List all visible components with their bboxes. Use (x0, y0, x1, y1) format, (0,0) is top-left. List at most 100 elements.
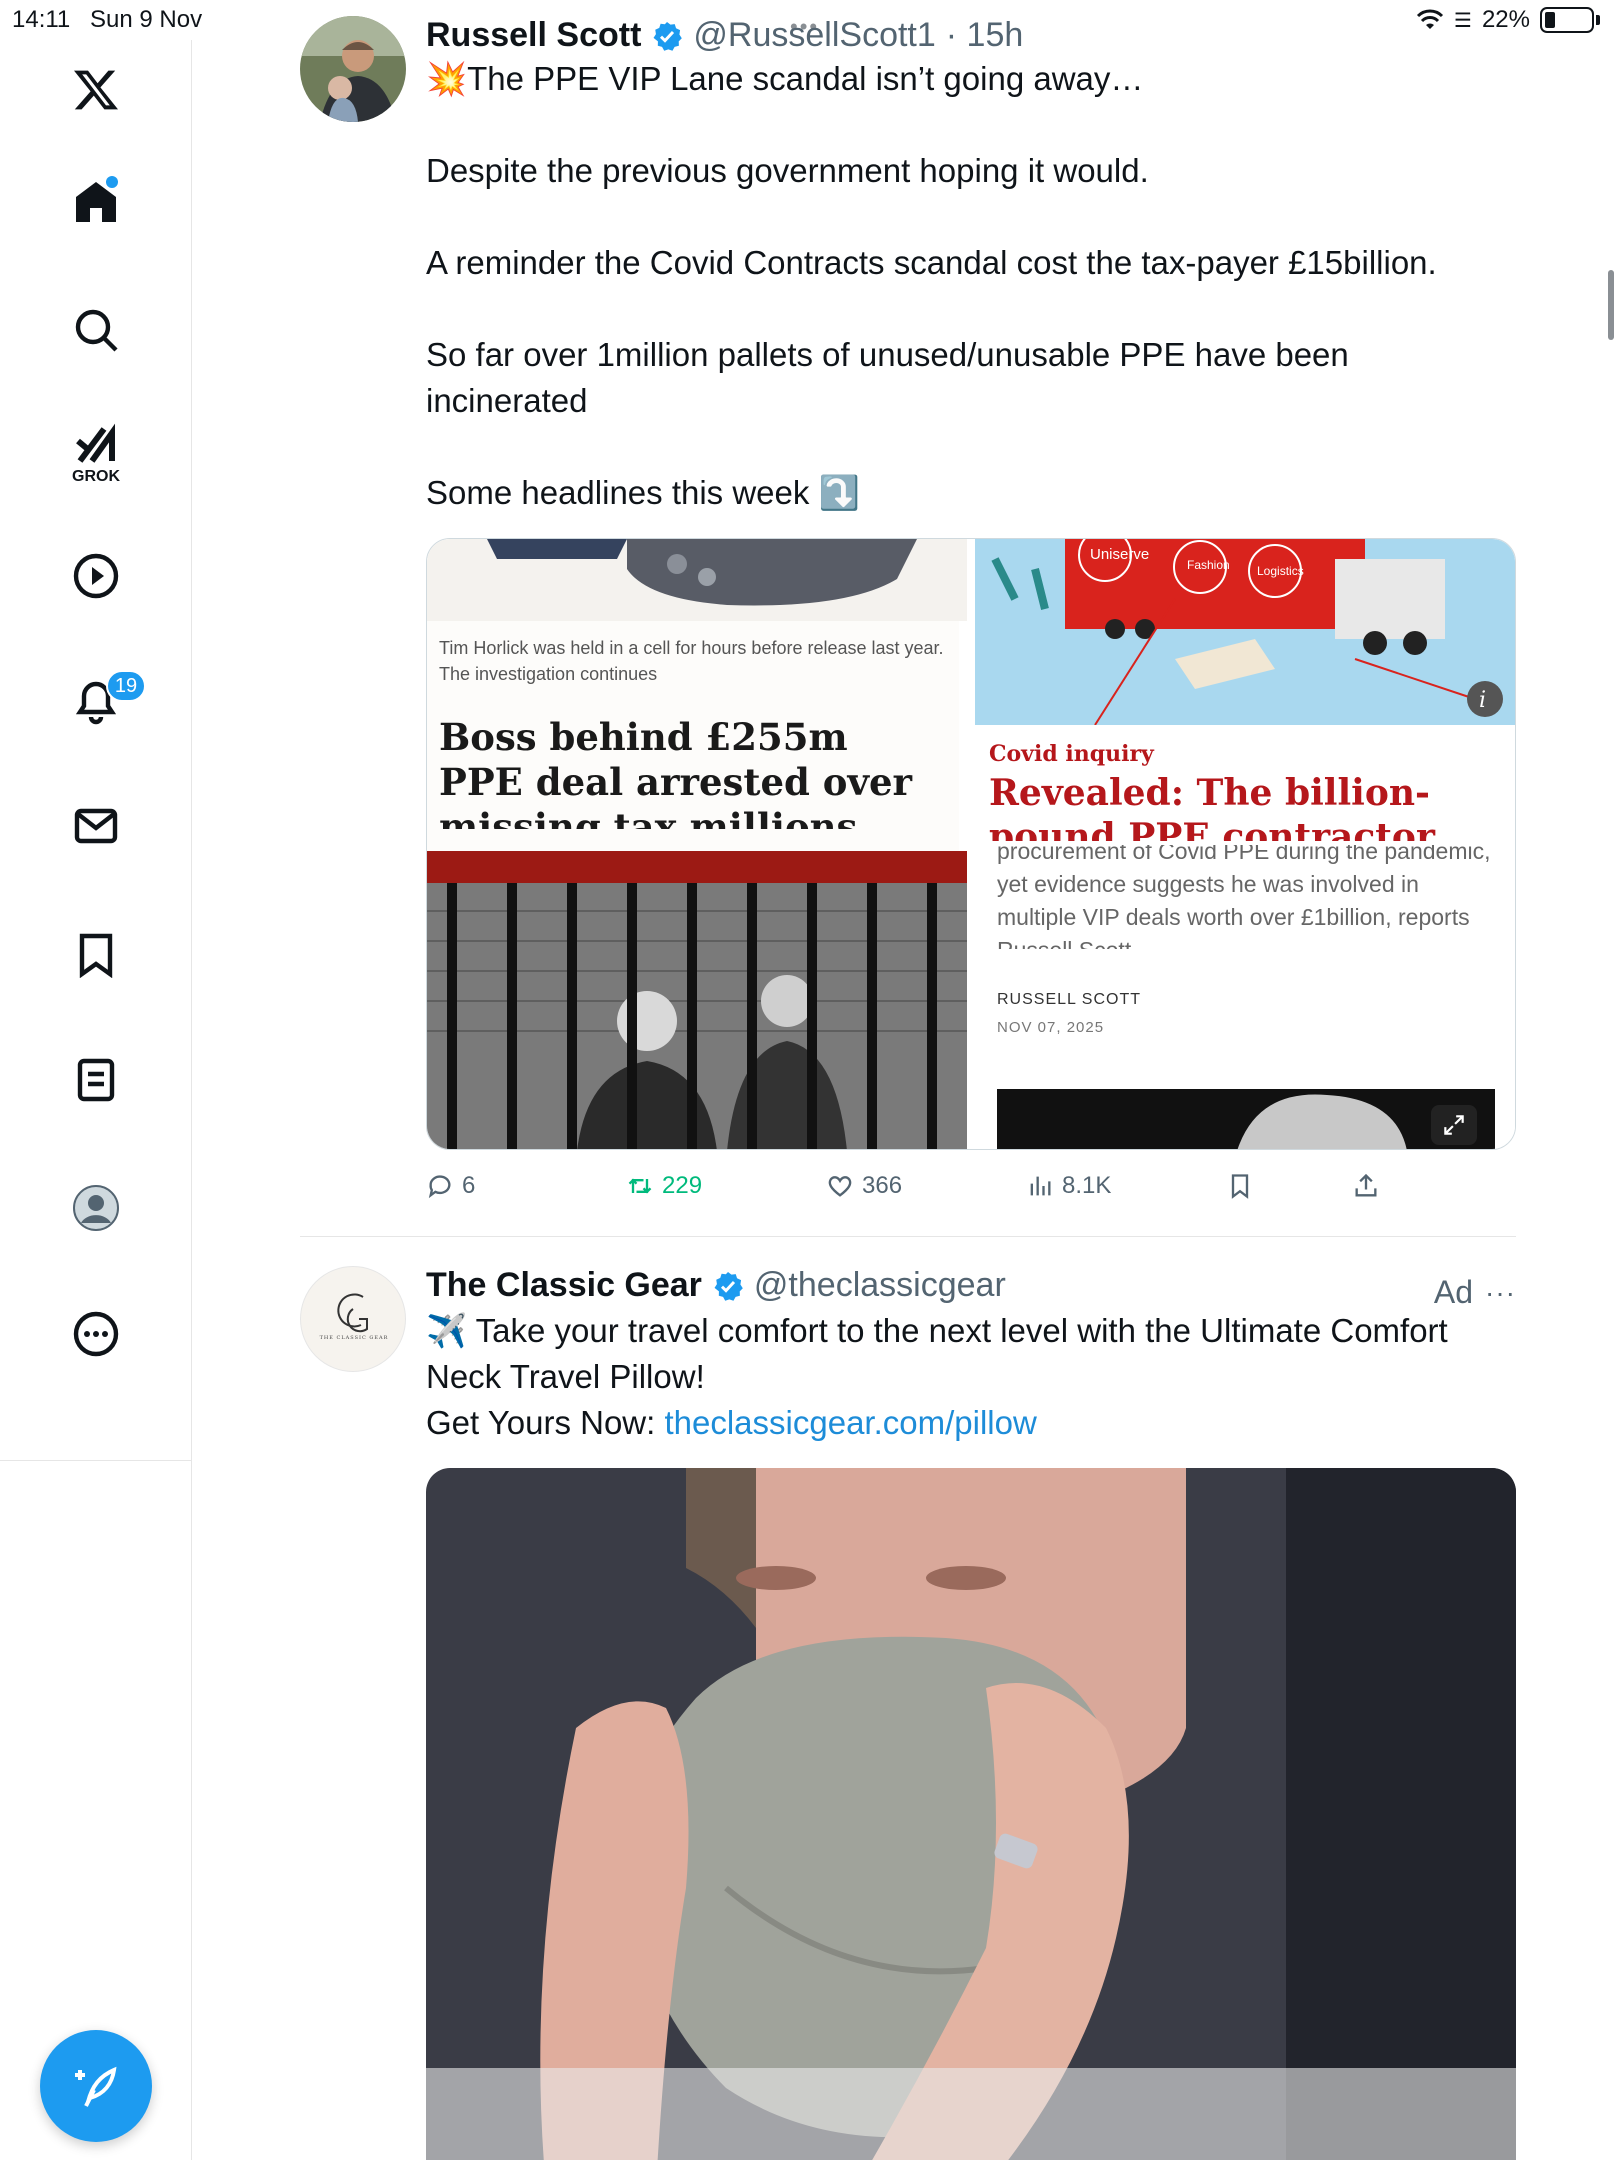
sidebar-item-bookmarks[interactable] (56, 914, 136, 994)
share-button[interactable] (1352, 1172, 1380, 1200)
tweet-line: Some headlines this week ⤵️ (426, 474, 860, 511)
sidebar-item-notifications[interactable]: 19 (56, 662, 146, 742)
views-count: 8.1K (1062, 1172, 1112, 1199)
article-caption: Tim Horlick was held in a cell for hours… (439, 638, 944, 684)
status-time: 14:11 (12, 6, 71, 33)
compose-feather-icon (75, 2066, 117, 2107)
sidebar-divider (0, 1460, 192, 1461)
video-frame (426, 1468, 1516, 2160)
like-count: 366 (862, 1172, 903, 1199)
tweet-cta-line: Get Yours Now: theclassicgear.com/pillow (426, 1400, 1516, 1446)
tweet-line: 💥The PPE VIP Lane scandal isn’t going aw… (426, 60, 1144, 97)
share-icon (1355, 1173, 1377, 1197)
avatar[interactable]: THE CLASSIC GEAR (300, 1266, 406, 1372)
sidebar-item-messages[interactable] (56, 786, 136, 866)
x-logo-svg (74, 70, 118, 110)
list-icon (77, 1058, 115, 1102)
sidebar-item-home[interactable] (56, 162, 136, 242)
sidebar-item-profile[interactable] (56, 1168, 136, 1248)
more-options-icon[interactable]: ··· (1485, 1277, 1516, 1309)
sidebar-item-more[interactable] (56, 1294, 136, 1374)
article-kicker: Covid inquiry (989, 741, 1154, 767)
battery-icon (1540, 7, 1594, 33)
cta-link[interactable]: theclassicgear.com/pillow (664, 1404, 1036, 1441)
x-logo-icon[interactable] (56, 50, 136, 130)
sidebar: GROK 19 (0, 40, 192, 2160)
tweet-divider (300, 1236, 1516, 1237)
tweet[interactable]: Russell Scott @RussellScott1 · 15h 💥The … (300, 16, 1516, 1216)
media-image-right[interactable]: Uniserve Fashion Logistics i Covid inqui… (975, 539, 1515, 1149)
truck-label: Fashion (1187, 558, 1230, 572)
views-chart-icon (1030, 1176, 1051, 1196)
media-grid[interactable]: Tim Horlick was held in a cell for hours… (426, 538, 1516, 1150)
author-handle[interactable]: @RussellScott1 (693, 16, 935, 55)
retweet-button[interactable]: 229 (626, 1172, 702, 1200)
article-author: RUSSELL SCOTT (997, 991, 1141, 1008)
article-top-image (427, 539, 967, 621)
tweet-line: ✈️ Take your travel comfort to the next … (426, 1312, 1448, 1395)
profile-avatar-icon (73, 1185, 119, 1231)
tweet-actions: 6 229 366 8.1K (426, 1172, 1406, 1212)
bookmark-button[interactable] (1226, 1172, 1254, 1200)
grok-icon (76, 423, 115, 463)
home-new-dot (106, 176, 118, 188)
cta-prefix: Get Yours Now: (426, 1404, 665, 1441)
article-summary: procurement of Covid PPE during the pand… (997, 845, 1497, 949)
verified-badge-icon (714, 1271, 743, 1301)
mail-icon (74, 808, 118, 844)
sidebar-item-explore[interactable] (56, 290, 136, 370)
article-summary-text: procurement of Covid PPE during the pand… (997, 845, 1491, 949)
classic-gear-logo: THE CLASSIC GEAR (320, 1293, 389, 1341)
sidebar-item-grok[interactable]: GROK (56, 412, 136, 492)
retweet-count: 229 (662, 1172, 703, 1199)
compose-button[interactable] (40, 2030, 152, 2142)
heart-icon (828, 1176, 852, 1197)
status-date: Sun 9 Nov (90, 6, 203, 33)
ad-label: Ad (1433, 1274, 1474, 1310)
truck-illustration: Uniserve Fashion Logistics i (975, 539, 1515, 725)
tweet-line: A reminder the Covid Contracts scandal c… (426, 244, 1437, 281)
logo-wordmark: THE CLASSIC GEAR (320, 1335, 389, 1341)
tweet-header: Russell Scott @RussellScott1 · 15h (426, 16, 1023, 55)
expand-button[interactable] (1431, 1105, 1477, 1145)
tweet-line: So far over 1million pallets of unused/u… (426, 336, 1349, 419)
article-headline: Revealed: The billion-pound PPE contract… (989, 772, 1435, 841)
bookmark-icon (1231, 1174, 1249, 1199)
reply-count: 6 (462, 1172, 476, 1199)
search-icon (75, 309, 118, 352)
truck-label: Uniserve (1090, 546, 1149, 563)
avatar[interactable] (300, 16, 406, 122)
media-image-left[interactable]: Tim Horlick was held in a cell for hours… (427, 539, 967, 1149)
truck-label: Logistics (1257, 564, 1304, 578)
ad-video[interactable] (426, 1468, 1516, 2160)
article-photo-thumb (997, 1089, 1495, 1149)
verified-badge-icon (653, 21, 683, 51)
bars-photo (427, 851, 967, 1149)
grok-label: GROK (72, 468, 120, 485)
like-button[interactable]: 366 (826, 1172, 902, 1200)
author-handle[interactable]: @theclassicgear (754, 1266, 1006, 1305)
author-name[interactable]: Russell Scott (426, 16, 641, 55)
expand-icon (1444, 1115, 1464, 1135)
play-circle-icon (73, 553, 119, 599)
sidebar-item-lists[interactable] (56, 1040, 136, 1120)
retweet-icon (628, 1178, 652, 1194)
tweet-text: ✈️ Take your travel comfort to the next … (426, 1308, 1516, 1446)
author-name[interactable]: The Classic Gear (426, 1266, 702, 1305)
promoted-tweet[interactable]: THE CLASSIC GEAR The Classic Gear @thecl… (300, 1266, 1516, 2160)
article-headline: Boss behind £255m PPE deal arrested over… (439, 715, 912, 829)
views-button[interactable]: 8.1K (1026, 1172, 1111, 1200)
reply-button[interactable]: 6 (426, 1172, 475, 1200)
sidebar-item-video[interactable] (56, 536, 136, 616)
reply-icon (428, 1175, 451, 1199)
tweet-header: The Classic Gear @theclassicgear (426, 1266, 1006, 1305)
tweet-line: Despite the previous government hoping i… (426, 152, 1149, 189)
more-circle-icon (73, 1311, 119, 1357)
info-icon[interactable]: i (1479, 688, 1486, 713)
ad-indicator: Ad ··· (1434, 1274, 1516, 1311)
avatar-photo (300, 16, 406, 122)
bookmark-icon (79, 933, 113, 978)
scrollbar[interactable] (1608, 270, 1614, 340)
article-date: NOV 07, 2025 (997, 1019, 1105, 1036)
tweet-time[interactable]: · 15h (946, 16, 1024, 55)
